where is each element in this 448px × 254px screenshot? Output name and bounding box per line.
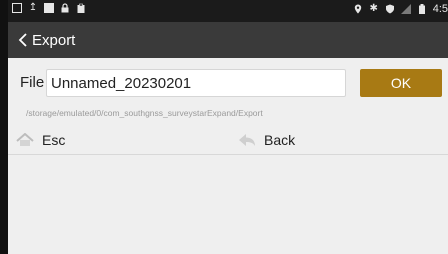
status-left-icons: ↥: [12, 3, 86, 13]
shield-icon: [385, 4, 395, 14]
back-arrow-icon: [238, 133, 256, 147]
file-row: File OK: [8, 67, 448, 99]
battery-icon: [417, 4, 427, 14]
back-chevron-icon[interactable]: [16, 30, 30, 50]
esc-label: Esc: [42, 132, 66, 148]
file-label: File: [20, 74, 45, 91]
location-icon: [353, 4, 363, 14]
bluetooth-icon: ✱: [369, 3, 378, 14]
clipboard-icon: [76, 3, 86, 13]
file-name-input[interactable]: [46, 69, 346, 97]
upload-icon: ↥: [28, 2, 38, 13]
status-right-icons: ✱ 4:5: [353, 3, 448, 15]
title-bar: Export: [8, 22, 448, 58]
device-screen: ↥ ✱ 4:5 Export File Unnamed_20230201 OK …: [8, 0, 448, 254]
status-bar: ↥ ✱ 4:5: [8, 0, 448, 22]
square-icon: [44, 3, 54, 13]
export-path: /storage/emulated/0/com_southgnss_survey…: [26, 108, 263, 118]
back-button[interactable]: Back: [238, 126, 448, 154]
image-icon: [12, 3, 22, 13]
action-row: Esc Back: [8, 126, 448, 155]
back-label: Back: [264, 132, 296, 148]
signal-icon: [400, 4, 411, 14]
status-time: 4:5: [432, 3, 448, 15]
home-icon: [16, 133, 34, 147]
ok-button[interactable]: OK: [360, 69, 442, 97]
lock-icon: [60, 3, 70, 13]
esc-button[interactable]: Esc: [16, 126, 232, 154]
page-title: Export: [32, 31, 76, 49]
